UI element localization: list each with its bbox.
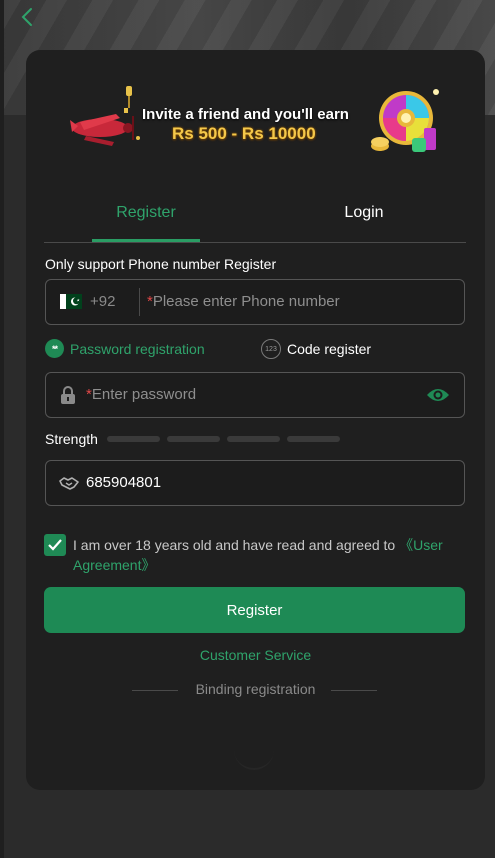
password-placeholder-text: Enter password — [91, 386, 197, 403]
phone-placeholder[interactable]: *Please enter Phone number — [147, 293, 340, 310]
register-button[interactable]: Register — [44, 587, 465, 633]
back-button[interactable] — [14, 4, 40, 30]
banner-headline: Invite a friend and you'll earn — [142, 106, 349, 123]
agreement-checkbox[interactable] — [44, 534, 66, 556]
prize-wheel-icon — [371, 89, 439, 152]
checkmark-icon — [48, 539, 62, 551]
lock-icon — [61, 386, 75, 404]
airplane-icon — [70, 86, 140, 146]
banner-amount: Rs 500 - Rs 10000 — [172, 124, 316, 143]
chevron-left-icon — [21, 8, 32, 26]
binding-registration[interactable]: Binding registration — [26, 681, 485, 697]
strength-bar — [167, 436, 220, 442]
code-option-icon: 123 — [261, 339, 281, 359]
country-code[interactable]: +92 — [90, 293, 115, 310]
strength-bar — [227, 436, 280, 442]
agreement-statement: I am over 18 years old and have read and… — [73, 537, 396, 553]
tab-login[interactable]: Login — [316, 204, 412, 222]
password-registration-option[interactable]: ** Password registration — [45, 339, 205, 358]
invite-banner[interactable]: Invite a friend and you'll earn Rs 500 -… — [66, 78, 446, 164]
password-placeholder[interactable]: *Enter password — [86, 386, 196, 403]
decorative-arc — [234, 746, 274, 770]
password-input-field[interactable]: *Enter password — [45, 372, 465, 418]
code-option-label: Code register — [287, 341, 372, 357]
password-option-icon: ** — [45, 339, 64, 358]
phone-section-label: Only support Phone number Register — [45, 256, 277, 272]
invite-code-value[interactable]: 685904801 — [86, 474, 161, 491]
eye-icon[interactable] — [426, 387, 450, 403]
tab-register[interactable]: Register — [92, 204, 200, 222]
customer-service-link[interactable]: Customer Service — [26, 647, 485, 663]
strength-bar — [287, 436, 340, 442]
handshake-icon — [59, 477, 79, 490]
agreement-text: I am over 18 years old and have read and… — [73, 535, 473, 575]
auth-tabs: Register Login — [44, 190, 466, 243]
pakistan-flag-icon[interactable] — [60, 294, 82, 309]
password-option-label: Password registration — [70, 340, 205, 357]
phone-input-field[interactable]: +92 *Please enter Phone number — [45, 279, 465, 325]
active-tab-indicator — [92, 239, 200, 242]
separator-line — [331, 690, 377, 691]
field-divider — [139, 288, 140, 316]
left-edge — [0, 0, 4, 858]
register-card: Invite a friend and you'll earn Rs 500 -… — [26, 50, 485, 790]
invite-code-field[interactable]: 685904801 — [45, 460, 465, 506]
code-register-option[interactable]: 123 Code register — [261, 339, 371, 359]
strength-label: Strength — [45, 431, 98, 447]
strength-bar — [107, 436, 160, 442]
phone-placeholder-text: Please enter Phone number — [152, 293, 340, 310]
